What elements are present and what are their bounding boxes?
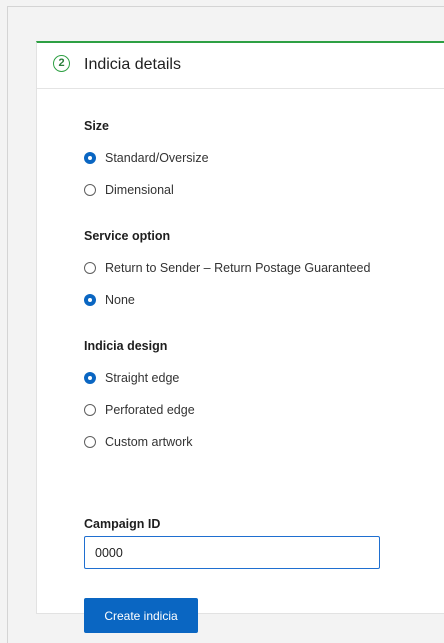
indicia-design-label: Indicia design (84, 339, 168, 353)
radio-selected-icon[interactable] (84, 152, 96, 164)
size-option-standard-label: Standard/Oversize (105, 151, 209, 165)
indicia-details-card: 2 Indicia details Size Standard/Oversize… (36, 41, 444, 633)
service-option-none-label: None (105, 293, 135, 307)
radio-unselected-icon[interactable] (84, 436, 96, 448)
card-header: 2 Indicia details (37, 43, 444, 89)
radio-selected-icon[interactable] (84, 294, 96, 306)
size-option-standard[interactable]: Standard/Oversize (84, 150, 209, 166)
size-option-dimensional[interactable]: Dimensional (84, 182, 174, 198)
radio-unselected-icon[interactable] (84, 184, 96, 196)
campaign-id-input[interactable] (84, 536, 380, 569)
indicia-design-perforated-edge[interactable]: Perforated edge (84, 402, 195, 418)
service-option-return-to-sender[interactable]: Return to Sender – Return Postage Guaran… (84, 260, 370, 276)
step-number-badge: 2 (53, 55, 70, 72)
service-option-return-to-sender-label: Return to Sender – Return Postage Guaran… (105, 261, 371, 275)
card-title: Indicia details (84, 56, 181, 73)
service-option-label: Service option (84, 229, 171, 243)
campaign-id-label: Campaign ID (84, 517, 161, 531)
create-indicia-button[interactable]: Create indicia (84, 598, 198, 633)
indicia-design-straight-edge-label: Straight edge (105, 371, 180, 385)
indicia-design-custom-artwork-label: Custom artwork (105, 435, 193, 449)
size-option-dimensional-label: Dimensional (105, 183, 174, 197)
indicia-design-straight-edge[interactable]: Straight edge (84, 370, 179, 386)
size-label: Size (84, 119, 110, 133)
indicia-design-perforated-edge-label: Perforated edge (105, 403, 195, 417)
radio-unselected-icon[interactable] (84, 262, 96, 274)
indicia-design-custom-artwork[interactable]: Custom artwork (84, 434, 193, 450)
radio-unselected-icon[interactable] (84, 404, 96, 416)
service-option-none[interactable]: None (84, 292, 135, 308)
radio-selected-icon[interactable] (84, 372, 96, 384)
